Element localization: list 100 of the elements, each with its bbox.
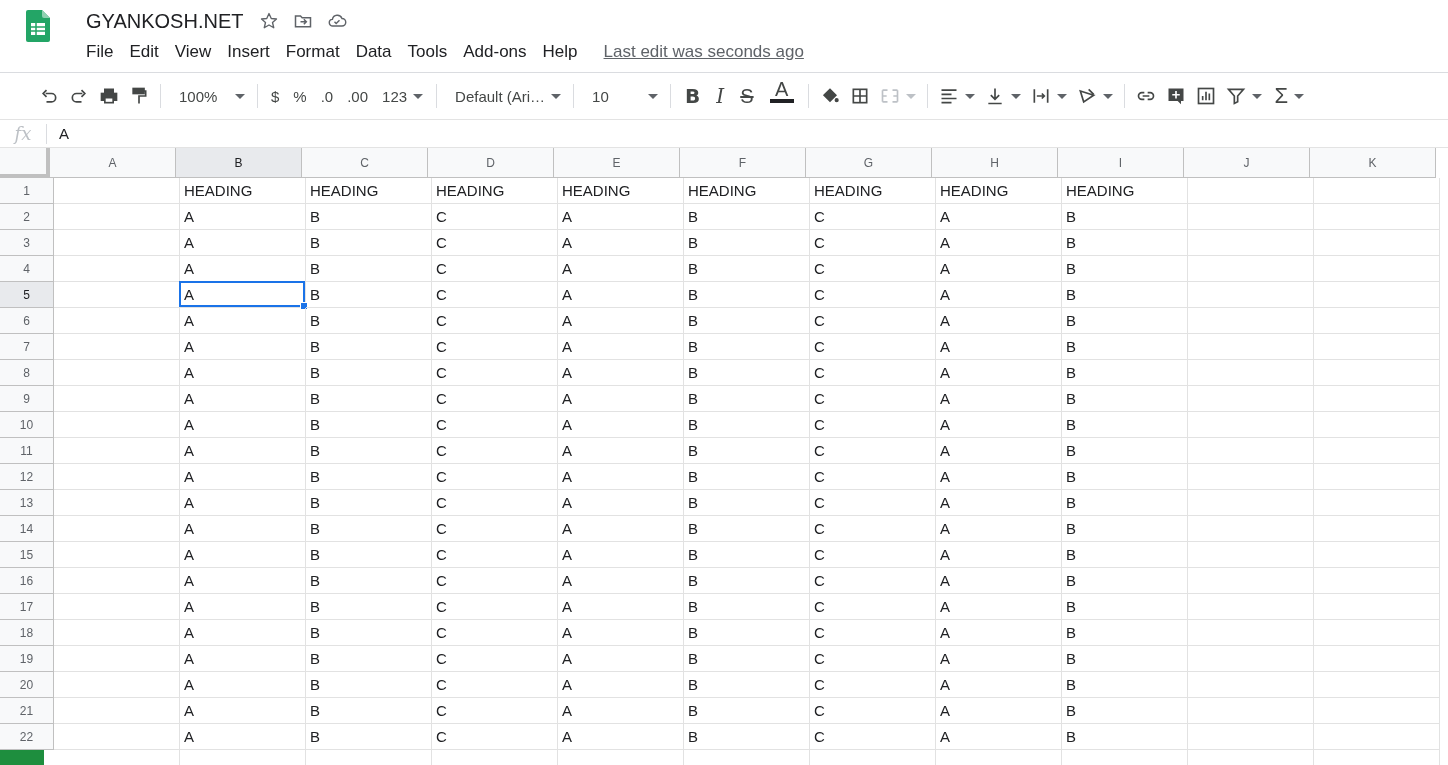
table-cell: C (432, 516, 558, 542)
table-cell: HEADING (1062, 178, 1188, 204)
formula-field[interactable]: A (47, 125, 1448, 142)
text-color-button[interactable]: A (761, 79, 802, 113)
format-button[interactable]: % (286, 81, 314, 111)
table-cell: A (180, 490, 306, 516)
row-header[interactable]: 16 (0, 568, 54, 594)
table-cell: B (306, 308, 432, 334)
column-header[interactable]: E (554, 148, 680, 178)
bold-button[interactable]: B (677, 81, 709, 111)
row-header[interactable]: 3 (0, 230, 54, 256)
table-cell: C (810, 672, 936, 698)
sheets-logo-icon[interactable] (26, 10, 50, 42)
table-cell: A (180, 412, 306, 438)
row-header[interactable]: 4 (0, 256, 54, 282)
menu-item[interactable]: View (166, 40, 220, 64)
column-header[interactable]: I (1058, 148, 1184, 178)
dropdown-select[interactable]: 10 (580, 81, 665, 111)
table-cell: A (180, 620, 306, 646)
table-cell: HEADING (180, 178, 306, 204)
document-title[interactable]: GYANKOSH.NET (86, 9, 244, 33)
italic-button[interactable]: I (708, 81, 733, 111)
table-cell: A (936, 516, 1062, 542)
menu-item[interactable]: Insert (219, 40, 278, 64)
table-cell: B (306, 594, 432, 620)
table-cell: A (936, 256, 1062, 282)
table-cell: B (1062, 438, 1188, 464)
dropdown-select[interactable]: 100% (167, 81, 251, 111)
table-cell: B (306, 464, 432, 490)
row-header[interactable]: 5 (0, 282, 54, 308)
table-cell: B (684, 542, 810, 568)
table-cell: B (306, 568, 432, 594)
table-cell: B (1062, 308, 1188, 334)
table-cell: B (684, 256, 810, 282)
format-button[interactable]: .00 (340, 81, 376, 111)
table-cell: B (306, 386, 432, 412)
star-icon[interactable] (259, 11, 280, 31)
menu-item[interactable]: Data (347, 40, 400, 64)
table-cell: A (180, 438, 306, 464)
column-header[interactable]: A (50, 148, 176, 178)
row-header[interactable]: 8 (0, 360, 54, 386)
table-cell: HEADING (684, 178, 810, 204)
table-cell: B (306, 620, 432, 646)
table-cell: C (432, 230, 558, 256)
menu-item[interactable]: Format (277, 40, 348, 64)
format-button[interactable]: .0 (313, 81, 341, 111)
table-cell: B (684, 724, 810, 750)
column-header[interactable]: K (1310, 148, 1436, 178)
table-cell: A (180, 282, 306, 308)
column-header[interactable]: D (428, 148, 554, 178)
row-header[interactable]: 22 (0, 724, 54, 750)
row-header[interactable]: 2 (0, 204, 54, 230)
row-header[interactable]: 9 (0, 386, 54, 412)
row-header[interactable]: 10 (0, 412, 54, 438)
row-header[interactable]: 7 (0, 334, 54, 360)
row-header[interactable]: 13 (0, 490, 54, 516)
row-header[interactable]: 17 (0, 594, 54, 620)
format-button[interactable]: $ (264, 81, 287, 111)
column-header[interactable]: J (1184, 148, 1310, 178)
row-header[interactable]: 19 (0, 646, 54, 672)
functions-button[interactable]: Σ (1266, 81, 1313, 111)
row-header[interactable]: 12 (0, 464, 54, 490)
table-cell: A (558, 646, 684, 672)
table-cell: C (432, 386, 558, 412)
menu-item[interactable]: Add-ons (455, 40, 535, 64)
table-cell: B (306, 646, 432, 672)
table-cell: B (684, 568, 810, 594)
row-header[interactable]: 1 (0, 178, 54, 204)
menu-item[interactable]: Tools (399, 40, 456, 64)
dropdown-select[interactable]: Default (Ari… (443, 81, 568, 111)
table-cell: HEADING (306, 178, 432, 204)
menu-item[interactable]: Edit (121, 40, 167, 64)
row-header[interactable]: 11 (0, 438, 54, 464)
row-header[interactable]: 6 (0, 308, 54, 334)
column-header[interactable]: G (806, 148, 932, 178)
table-cell: A (936, 542, 1062, 568)
column-header[interactable]: H (932, 148, 1058, 178)
column-header[interactable]: F (680, 148, 806, 178)
table-cell: A (936, 620, 1062, 646)
row-header[interactable]: 18 (0, 620, 54, 646)
column-header[interactable]: B (176, 148, 302, 178)
table-cell: A (180, 230, 306, 256)
menu-item[interactable]: Help (534, 40, 586, 64)
table-cell: B (1062, 204, 1188, 230)
row-header[interactable]: 15 (0, 542, 54, 568)
row-header[interactable]: 20 (0, 672, 54, 698)
table-cell: B (1062, 230, 1188, 256)
last-edit-link[interactable]: Last edit was seconds ago (603, 42, 804, 62)
table-cell: B (1062, 542, 1188, 568)
more-formats-button[interactable]: 123 (375, 81, 431, 111)
row-header[interactable]: 21 (0, 698, 54, 724)
table-cell: C (810, 594, 936, 620)
table-cell: C (432, 646, 558, 672)
column-header[interactable]: C (302, 148, 428, 178)
table-cell: B (306, 438, 432, 464)
strikethrough-button[interactable]: S (732, 81, 762, 111)
row-header[interactable]: 14 (0, 516, 54, 542)
menu-item[interactable]: File (78, 40, 122, 64)
table-cell: A (558, 568, 684, 594)
caret-icon (964, 93, 975, 99)
